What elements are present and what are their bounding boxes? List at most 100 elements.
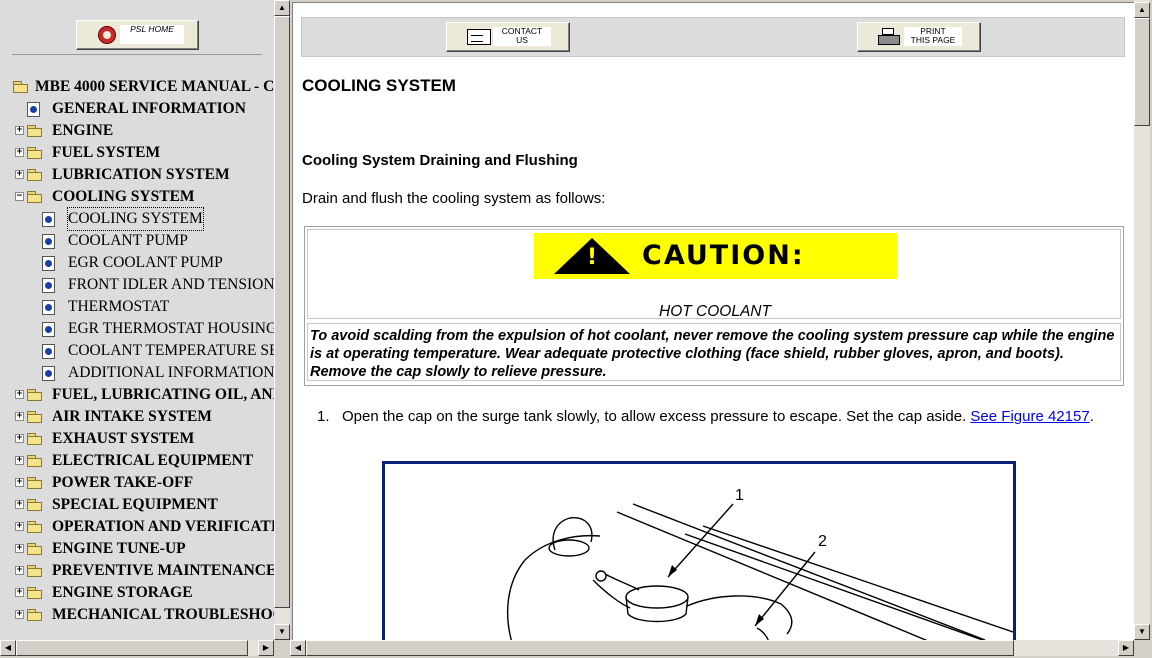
exclamation-icon: ! [586, 245, 598, 270]
folder-icon [27, 169, 43, 181]
navigation-pane: PSL HOME MBE 4000 SERVICE MANUAL - C GENE… [0, 0, 274, 640]
caution-notice: ! CAUTION: HOT COOLANT To avoid scalding… [304, 226, 1124, 386]
print-label-line-2: THIS PAGE [910, 35, 956, 45]
folder-icon [27, 125, 43, 137]
expand-icon[interactable]: + [15, 148, 24, 157]
psl-home-button[interactable]: PSL HOME [76, 20, 199, 50]
expand-icon[interactable]: + [15, 522, 24, 531]
folder-icon [27, 147, 43, 159]
tree-item-label: FUEL SYSTEM [52, 144, 161, 161]
tree-item-label: COOLING SYSTEM [67, 207, 204, 231]
frame-rail-2 [632, 503, 986, 641]
expand-icon[interactable]: + [15, 566, 24, 575]
expand-icon[interactable]: + [15, 544, 24, 553]
frame-rail-4 [702, 525, 1013, 633]
folder-icon [27, 389, 43, 401]
folder-icon [27, 433, 43, 445]
page-title: COOLING SYSTEM [302, 76, 456, 95]
caution-header-cell: ! CAUTION: HOT COOLANT [307, 229, 1121, 320]
scroll-thumb[interactable] [306, 640, 1014, 656]
expand-icon[interactable]: + [15, 456, 24, 465]
callout-1-label: 1 [735, 487, 744, 504]
section-heading: Cooling System Draining and Flushing [302, 152, 578, 169]
content-vertical-scrollbar[interactable]: ▲ ▼ [1134, 0, 1150, 640]
document-icon [42, 322, 55, 337]
tree-item-label: ADDITIONAL INFORMATION [68, 364, 274, 381]
scroll-down-arrow-icon[interactable]: ▼ [274, 624, 290, 640]
scrollbar-corner [1134, 640, 1152, 658]
tree-root-label: MBE 4000 SERVICE MANUAL - C [35, 78, 274, 95]
expand-icon[interactable]: + [15, 126, 24, 135]
document-icon [27, 102, 40, 117]
left-vertical-scrollbar[interactable]: ▲ ▼ [274, 0, 290, 640]
document-icon [42, 212, 55, 227]
scroll-down-arrow-icon[interactable]: ▼ [1134, 624, 1150, 640]
scroll-up-arrow-icon[interactable]: ▲ [1134, 2, 1150, 18]
open-folder-icon [13, 81, 29, 93]
contact-us-label: CONTACT US [493, 27, 551, 46]
tree-item-label: EGR THERMOSTAT HOUSING [68, 320, 274, 337]
scroll-right-arrow-icon[interactable]: ▶ [1118, 640, 1134, 656]
fitting [595, 570, 607, 582]
print-this-page-button[interactable]: PRINT THIS PAGE [857, 22, 981, 52]
step-text-tail: . [1089, 408, 1094, 425]
scrollbar-corner [274, 640, 290, 658]
contact-us-button[interactable]: CONTACT US [446, 22, 570, 52]
psl-home-label: PSL HOME [120, 25, 184, 44]
scroll-thumb[interactable] [1134, 18, 1150, 126]
scroll-thumb[interactable] [274, 16, 290, 608]
filler-neck [552, 517, 593, 551]
printer-icon [878, 28, 900, 46]
expand-icon[interactable]: + [15, 434, 24, 443]
expand-icon[interactable]: + [15, 412, 24, 421]
expand-icon[interactable]: + [15, 390, 24, 399]
home-icon [98, 26, 116, 44]
print-label: PRINT THIS PAGE [904, 27, 962, 46]
pressure-cap-top [625, 585, 689, 609]
hose-c [686, 595, 793, 635]
folder-icon [27, 565, 43, 577]
content-horizontal-scrollbar[interactable]: ◀ ▶ [290, 640, 1134, 656]
contact-label-line-2: US [516, 35, 528, 45]
collapse-icon[interactable]: − [15, 192, 24, 201]
expand-icon[interactable]: + [15, 610, 24, 619]
document-icon [42, 256, 55, 271]
tree-item-label: POWER TAKE-OFF [52, 474, 194, 491]
content-toolbar: CONTACT US PRINT THIS PAGE [301, 17, 1125, 57]
folder-icon [27, 587, 43, 599]
tree-item-label: EGR COOLANT PUMP [68, 254, 223, 271]
folder-icon [27, 521, 43, 533]
step-text-body: Open the cap on the surge tank slowly, t… [342, 408, 967, 425]
hose-a [604, 573, 640, 591]
figure-42157: 1 2 [382, 461, 1016, 641]
tree-item-label: ENGINE TUNE-UP [52, 540, 186, 557]
scroll-thumb[interactable] [16, 640, 248, 656]
scroll-left-arrow-icon[interactable]: ◀ [290, 640, 306, 656]
left-horizontal-scrollbar[interactable]: ◀ ▶ [0, 640, 274, 656]
folder-icon [27, 477, 43, 489]
scroll-right-arrow-icon[interactable]: ▶ [258, 640, 274, 656]
expand-icon[interactable]: + [15, 478, 24, 487]
tree-item-label: COOLING SYSTEM [52, 188, 195, 205]
open-folder-icon [27, 191, 43, 203]
navigation-frame: PSL HOME MBE 4000 SERVICE MANUAL - C GENE… [0, 0, 290, 658]
document-icon [42, 234, 55, 249]
frame-rail-3 [684, 533, 988, 641]
expand-icon[interactable]: + [15, 588, 24, 597]
tree-item-label: FRONT IDLER AND TENSIONER [68, 276, 274, 293]
see-figure-link[interactable]: See Figure 42157 [970, 408, 1089, 425]
tree-item-label: COOLANT TEMPERATURE SENSOR [68, 342, 274, 359]
tree-item-label: ELECTRICAL EQUIPMENT [52, 452, 254, 469]
expand-icon[interactable]: + [15, 170, 24, 179]
caution-subtitle: HOT COOLANT [659, 303, 771, 320]
tree-item-label: FUEL, LUBRICATING OIL, AND COOLANT [52, 386, 274, 403]
tree-item-label: SPECIAL EQUIPMENT [52, 496, 218, 513]
scroll-left-arrow-icon[interactable]: ◀ [0, 640, 16, 656]
home-area: PSL HOME [12, 10, 262, 55]
tree-item-label: COOLANT PUMP [68, 232, 188, 249]
scroll-up-arrow-icon[interactable]: ▲ [274, 0, 290, 16]
surge-tank-illustration: 1 2 [507, 487, 1013, 641]
hose-b [592, 579, 631, 609]
caution-text: To avoid scalding from the expulsion of … [307, 323, 1121, 381]
expand-icon[interactable]: + [15, 500, 24, 509]
